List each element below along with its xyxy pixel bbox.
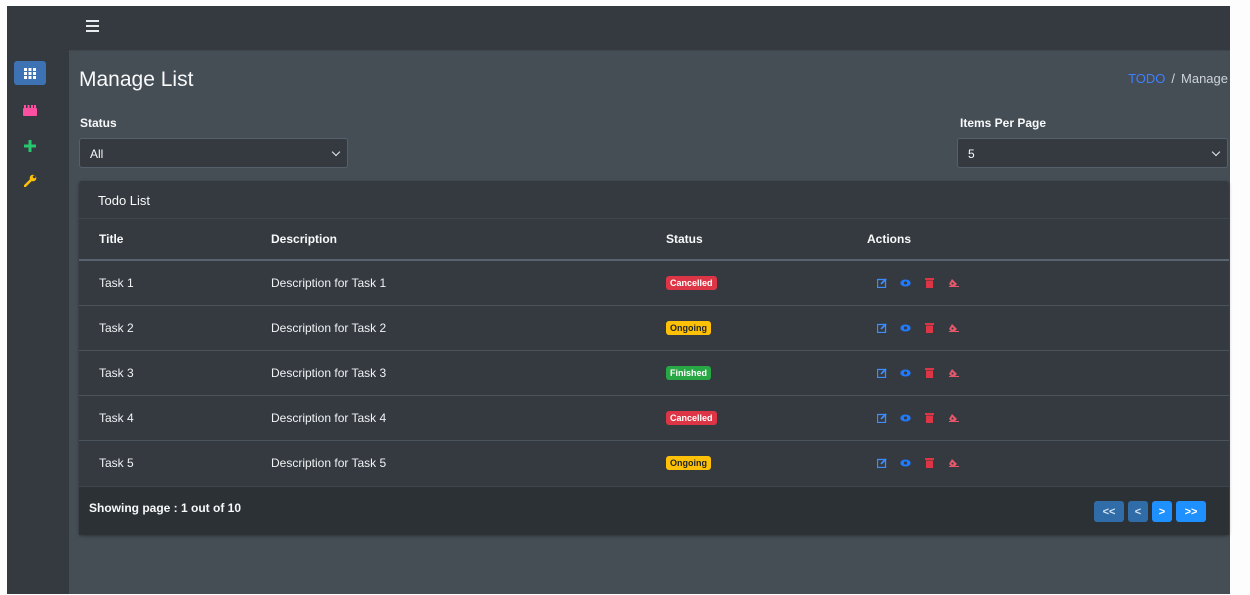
edit-icon[interactable] bbox=[875, 456, 888, 469]
table-header-row: Title Description Status Actions bbox=[79, 219, 1229, 261]
column-header-status: Status bbox=[666, 219, 867, 261]
row-description: Description for Task 2 bbox=[271, 305, 666, 351]
view-icon[interactable] bbox=[899, 276, 912, 289]
view-icon[interactable] bbox=[899, 321, 912, 334]
sidebar-item-dashboard[interactable] bbox=[14, 61, 46, 85]
row-actions bbox=[867, 366, 1229, 379]
edit-icon[interactable] bbox=[875, 321, 888, 334]
table-row: Task 2 Description for Task 2 Ongoing bbox=[79, 305, 1229, 351]
table-row: Task 5 Description for Task 5 Ongoing bbox=[79, 440, 1229, 485]
view-icon[interactable] bbox=[899, 456, 912, 469]
status-filter-select[interactable]: All bbox=[79, 138, 348, 168]
column-header-description: Description bbox=[271, 219, 666, 261]
table-body: Task 1 Description for Task 1 Cancelled Tas… bbox=[79, 260, 1229, 485]
delete-icon[interactable] bbox=[923, 411, 936, 424]
row-status-cell: Finished bbox=[666, 350, 867, 396]
items-per-page-select[interactable]: 5 bbox=[957, 138, 1228, 168]
status-badge: Ongoing bbox=[666, 456, 711, 471]
row-actions-cell bbox=[867, 440, 1229, 485]
status-filter-value: All bbox=[90, 147, 104, 161]
delete-icon[interactable] bbox=[923, 366, 936, 379]
status-badge: Finished bbox=[666, 366, 712, 380]
column-header-title: Title bbox=[79, 219, 271, 261]
prev-page-button[interactable]: < bbox=[1128, 501, 1148, 522]
erase-icon[interactable] bbox=[947, 411, 960, 424]
card-footer: Showing page : 1 out of 10 << < > >> bbox=[79, 486, 1229, 535]
column-header-actions: Actions bbox=[867, 219, 1229, 261]
view-icon[interactable] bbox=[899, 411, 912, 424]
hamburger-icon[interactable] bbox=[86, 20, 99, 32]
next-page-button[interactable]: > bbox=[1152, 501, 1172, 522]
pagination: << < > >> bbox=[1094, 501, 1206, 522]
todo-list-card: Todo List Title Description Status Actio… bbox=[79, 181, 1229, 535]
sidebar-item-settings[interactable] bbox=[14, 168, 46, 192]
sidebar bbox=[7, 6, 69, 594]
row-actions-cell bbox=[867, 260, 1229, 306]
delete-icon[interactable] bbox=[923, 276, 936, 289]
row-description: Description for Task 4 bbox=[271, 395, 666, 441]
erase-icon[interactable] bbox=[947, 321, 960, 334]
todo-list-icon bbox=[23, 104, 37, 116]
row-actions-cell bbox=[867, 305, 1229, 351]
erase-icon[interactable] bbox=[947, 456, 960, 469]
row-actions bbox=[867, 321, 1229, 334]
pagination-info: Showing page : 1 out of 10 bbox=[89, 501, 242, 515]
app-window: Manage List TODO / Manage Status All Items… bbox=[7, 6, 1239, 594]
edit-icon[interactable] bbox=[875, 276, 888, 289]
wrench-icon bbox=[23, 174, 36, 187]
breadcrumb-current: Manage bbox=[1181, 71, 1228, 86]
row-status-cell: Cancelled bbox=[666, 260, 867, 306]
sidebar-item-add[interactable] bbox=[14, 134, 46, 158]
table-row: Task 3 Description for Task 3 Finished bbox=[79, 350, 1229, 396]
row-title: Task 5 bbox=[99, 455, 134, 470]
page-scrollbar[interactable] bbox=[1230, 6, 1239, 594]
view-icon[interactable] bbox=[899, 366, 912, 379]
card-title: Todo List bbox=[79, 181, 1229, 219]
row-actions-cell bbox=[867, 395, 1229, 441]
row-title: Task 4 bbox=[79, 395, 271, 441]
status-badge: Cancelled bbox=[666, 276, 717, 291]
status-badge: Cancelled bbox=[666, 411, 717, 425]
row-status-cell: Ongoing bbox=[666, 305, 867, 351]
plus-icon bbox=[24, 140, 36, 152]
breadcrumb-separator: / bbox=[1171, 71, 1176, 86]
row-status-cell: Ongoing bbox=[666, 440, 867, 485]
row-title: Task 1 bbox=[79, 260, 271, 306]
delete-icon[interactable] bbox=[923, 456, 936, 469]
breadcrumb: TODO / Manage bbox=[1128, 71, 1228, 86]
row-status-cell: Cancelled bbox=[666, 395, 867, 441]
row-title: Task 2 bbox=[79, 305, 271, 351]
page-title: Manage List bbox=[79, 68, 194, 91]
row-actions-cell bbox=[867, 350, 1229, 396]
first-page-button[interactable]: << bbox=[1094, 501, 1124, 522]
top-navbar bbox=[69, 6, 1239, 51]
erase-icon[interactable] bbox=[947, 276, 960, 289]
row-actions bbox=[867, 456, 1229, 469]
table-row: Task 4 Description for Task 4 Cancelled bbox=[79, 395, 1229, 441]
delete-icon[interactable] bbox=[923, 321, 936, 334]
status-filter-label: Status bbox=[80, 116, 117, 130]
table-row: Task 1 Description for Task 1 Cancelled bbox=[79, 260, 1229, 306]
row-actions bbox=[867, 276, 1229, 289]
grid-icon bbox=[24, 67, 36, 79]
items-per-page-label: Items Per Page bbox=[960, 116, 1047, 130]
last-page-button[interactable]: >> bbox=[1176, 501, 1206, 522]
row-description: Description for Task 3 bbox=[271, 350, 666, 396]
items-per-page-value: 5 bbox=[968, 147, 975, 161]
chevron-down-icon bbox=[1211, 147, 1221, 157]
erase-icon[interactable] bbox=[947, 366, 960, 379]
sidebar-item-todo-list[interactable] bbox=[14, 98, 46, 122]
breadcrumb-link-todo[interactable]: TODO bbox=[1128, 71, 1165, 86]
chevron-down-icon bbox=[331, 147, 341, 157]
row-actions bbox=[867, 411, 1229, 424]
edit-icon[interactable] bbox=[875, 366, 888, 379]
status-badge: Ongoing bbox=[666, 321, 711, 335]
row-title: Task 3 bbox=[79, 350, 271, 396]
row-description: Description for Task 5 bbox=[271, 455, 387, 470]
todo-table: Title Description Status Actions Task 1D… bbox=[79, 219, 1229, 485]
row-description: Description for Task 1 bbox=[271, 260, 666, 306]
edit-icon[interactable] bbox=[875, 411, 888, 424]
